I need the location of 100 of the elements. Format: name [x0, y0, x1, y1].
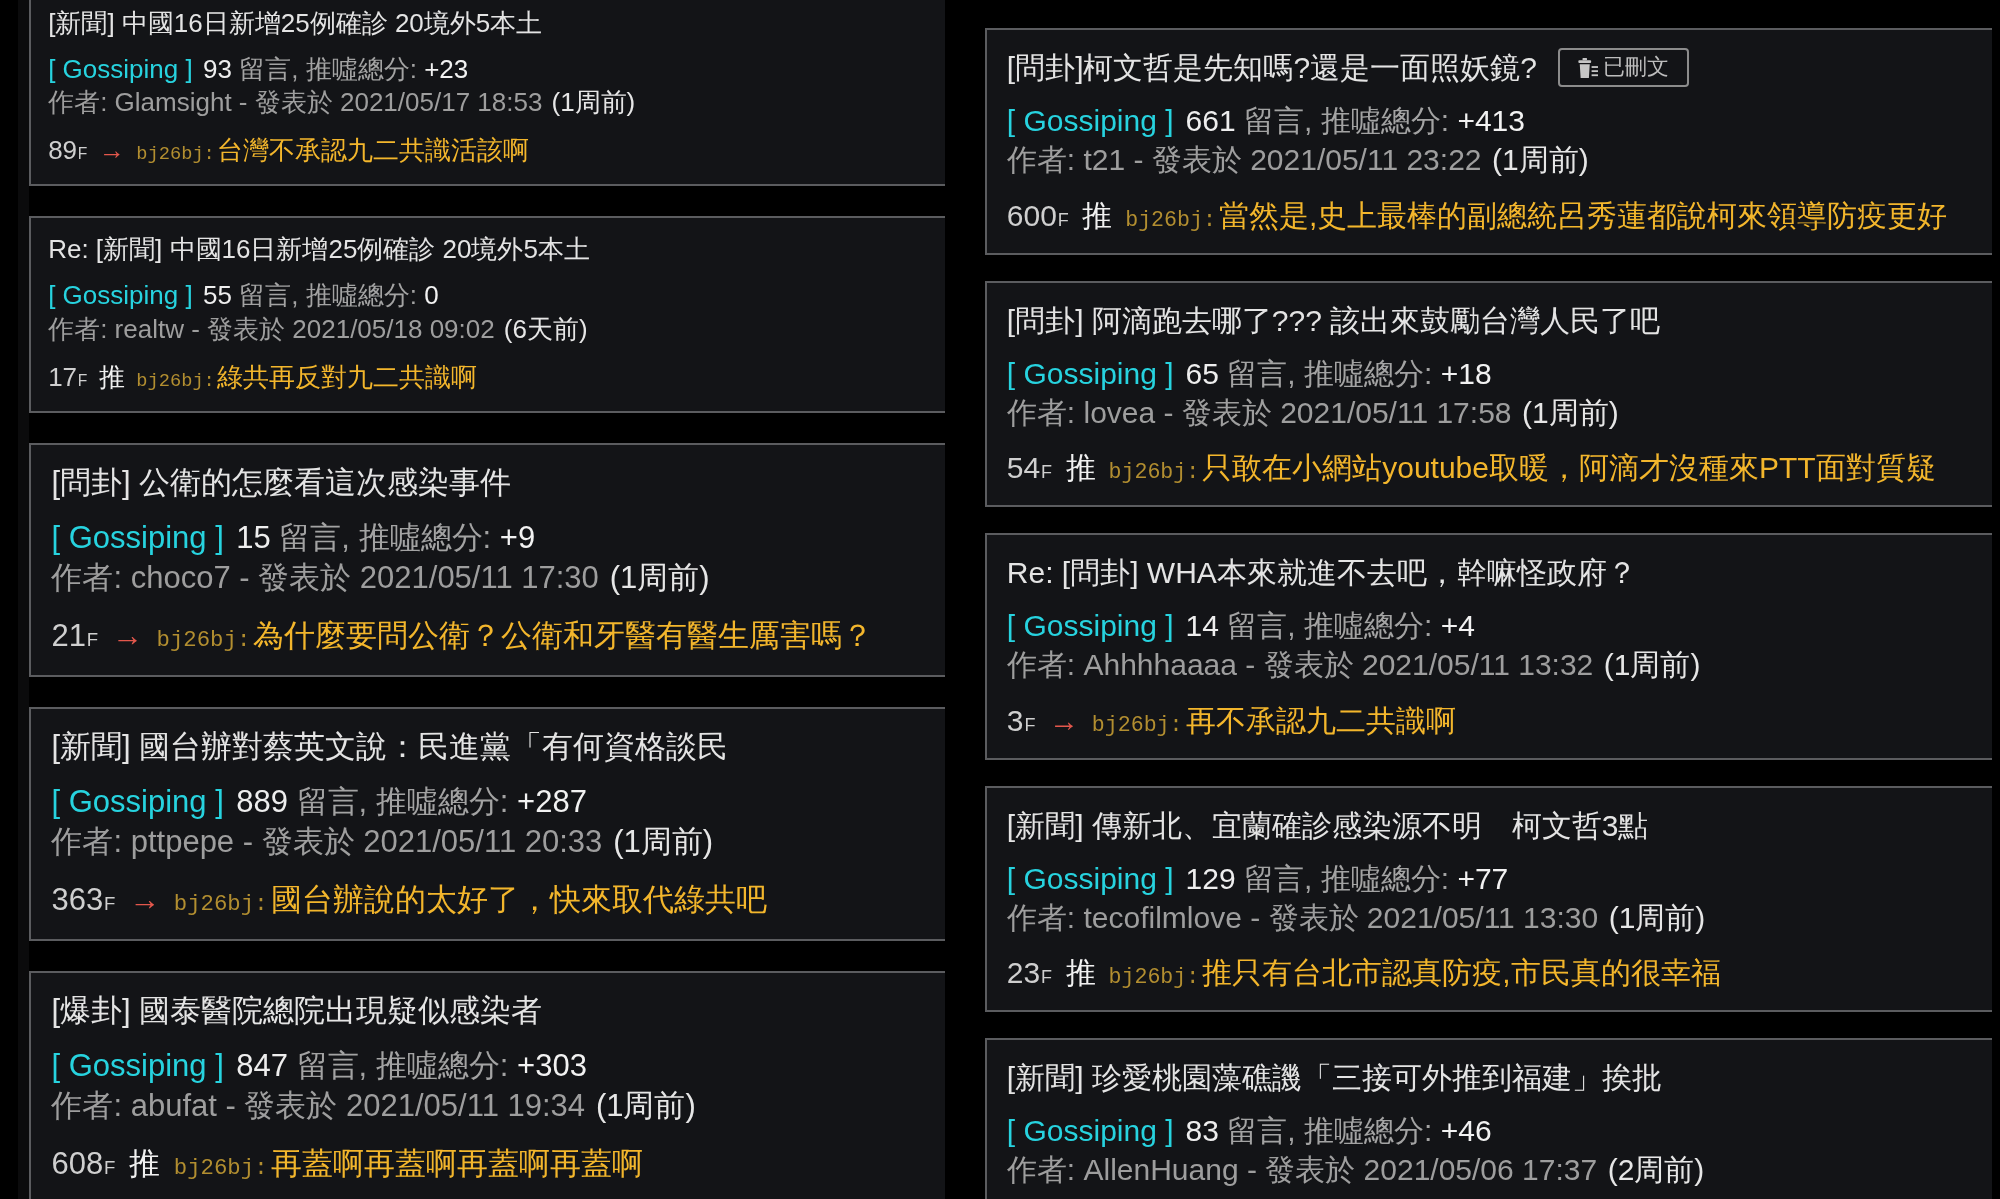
stats-label: 留言, 推噓總分: [1227, 608, 1433, 645]
comment-user: bj26bj: [173, 1153, 268, 1183]
stats-label: 留言, 推噓總分: [296, 1047, 509, 1086]
board-tag: [ Gossiping ] [51, 518, 224, 559]
board-tag: [ Gossiping ] [1006, 353, 1174, 393]
floor-number: 17F [48, 361, 88, 395]
comment-count: 15 [236, 519, 271, 558]
post-card[interactable]: [問卦] 公衛的怎麼看這次感染事件 [ Gossiping ] 15 留言, 推噓總分: +9 作者: choco7 - 發表於 2021/05/11 17:30 (1周前) 21F → bj26bj:為什麼要問公衛？公衛和牙醫有醫生厲害嗎？ [29, 442, 945, 677]
floor-number: 600F [1006, 197, 1069, 234]
author-info: 作者: t21 - 發表於 2021/05/11 23:22 [1006, 142, 1482, 179]
board-tag: [ Gossiping ] [51, 782, 224, 823]
post-title: Re: [新聞] 中國16日新增25例確診 20境外5本土 [48, 233, 590, 267]
board-tag: [ Gossiping ] [51, 1046, 224, 1087]
stats-label: 留言, 推噓總分: [239, 52, 417, 86]
comment-text: 台灣不承認九二共識活該啊 [217, 134, 530, 168]
post-card[interactable]: [問卦] 阿滴跑去哪了??? 該出來鼓勵台灣人民了吧 [ Gossiping ] 65 留言, 推噓總分: +18 作者: lovea - 發表於 2021/05/11 17:58 (1周前) 54F 推 bj26bj:只敢在小網站youtube取暖，阿滴才沒種來PTT面對質疑 [985, 280, 1992, 508]
author-info: 作者: lovea - 發表於 2021/05/11 17:58 [1006, 394, 1512, 431]
comment-text: 推只有台北市認真防疫,市民真的很幸福 [1202, 955, 1721, 992]
score-value: +413 [1457, 103, 1525, 140]
post-age: (1周前) [1492, 142, 1589, 179]
arrow-tag: → [1048, 700, 1079, 740]
score-value: +77 [1457, 860, 1509, 897]
post-title: [新聞] 珍愛桃園藻礁譏「三接可外推到福建」挨批 [1006, 1060, 1662, 1097]
post-title: [問卦] 公衛的怎麼看這次感染事件 [51, 464, 512, 503]
board-tag: [ Gossiping ] [1006, 858, 1174, 898]
post-title: [新聞] 中國16日新增25例確診 20境外5本土 [48, 6, 543, 40]
score-value: +18 [1440, 355, 1492, 392]
comment-text: 為什麼要問公衛？公衛和牙醫有醫生厲害嗎？ [253, 616, 874, 655]
comment-text: 再不承認九二共識啊 [1185, 702, 1456, 739]
score-value: 0 [424, 279, 439, 313]
post-card[interactable]: Re: [新聞] 中國16日新增25例確診 20境外5本土 [ Gossiping ] 55 留言, 推噓總分: 0 作者: realtw - 發表於 2021/05/18 09:02 (6天前) 17F 推 bj26bj:綠共再反對九二共識啊 [29, 215, 945, 413]
comment-count: 65 [1185, 355, 1219, 392]
comment-count: 83 [1185, 1113, 1219, 1150]
board-tag: [ Gossiping ] [1006, 101, 1174, 141]
stats-label: 留言, 推噓總分: [1227, 1113, 1433, 1150]
post-title: [問卦]柯文哲是先知嗎?還是一面照妖鏡? [1006, 50, 1537, 86]
author-info: 作者: Glamsight - 發表於 2021/05/17 18:53 [48, 86, 543, 120]
comment-count: 93 [203, 52, 232, 86]
stats-label: 留言, 推噓總分: [1244, 103, 1449, 140]
comment-count: 129 [1185, 860, 1236, 897]
comment-user: bj26bj: [136, 142, 215, 168]
comment-count: 889 [236, 783, 288, 822]
stats-label: 留言, 推噓總分: [1227, 355, 1433, 392]
floor-number: 363F [51, 880, 116, 919]
score-value: +9 [499, 519, 536, 558]
post-title: [問卦] 阿滴跑去哪了??? 該出來鼓勵台灣人民了吧 [1006, 302, 1661, 339]
post-age: (1周前) [1522, 394, 1619, 431]
push-tag: 推 [99, 361, 126, 396]
floor-number: 23F [1006, 955, 1053, 992]
comment-user: bj26bj: [1091, 711, 1183, 739]
comment-text: 國台辦說的太好了，快來取代綠共吧 [270, 880, 767, 919]
score-value: +287 [517, 783, 587, 822]
post-card[interactable]: [新聞] 傳新北、宜蘭確診感染源不明 柯文哲3點 [ Gossiping ] 129 留言, 推噓總分: +77 作者: tecofilmlove - 發表於 2021/05/11 13:30 (1周前) 23F 推 bj26bj:推只有台北市認真防疫,市民真的很幸福 [985, 785, 1992, 1013]
comment-count: 661 [1185, 103, 1236, 140]
board-tag: [ Gossiping ] [1006, 1111, 1174, 1151]
floor-number: 89F [48, 134, 88, 168]
author-info: 作者: AllenHuang - 發表於 2021/05/06 17:37 [1006, 1152, 1598, 1189]
comment-count: 14 [1185, 608, 1219, 645]
push-tag: 推 [1065, 448, 1096, 488]
comment-text: 只敢在小網站youtube取暖，阿滴才沒種來PTT面對質疑 [1202, 450, 1936, 487]
stats-label: 留言, 推噓總分: [296, 783, 509, 822]
post-age: (2周前) [1607, 1152, 1705, 1189]
stats-label: 留言, 推噓總分: [239, 279, 417, 313]
post-card[interactable]: [爆卦] 國泰醫院總院出現疑似感染者 [ Gossiping ] 847 留言, 推噓總分: +303 作者: abufat - 發表於 2021/05/11 19:34 (1周前) 608F 推 bj26bj:再蓋啊再蓋啊再蓋啊再蓋啊 [29, 970, 945, 1199]
floor-number: 608F [51, 1144, 116, 1183]
post-age: (1周前) [609, 559, 710, 598]
author-info: 作者: tecofilmlove - 發表於 2021/05/11 13:30 [1006, 899, 1599, 936]
score-value: +303 [517, 1047, 587, 1086]
post-card[interactable]: [新聞] 國台辦對蔡英文說：民進黨「有何資格談民 [ Gossiping ] 889 留言, 推噓總分: +287 作者: pttpepe - 發表於 2021/05/11 20:33 (1周前) 363F → bj26bj:國台辦說的太好了，快來取代綠共吧 [29, 706, 945, 941]
post-age: (1周前) [1603, 647, 1701, 684]
post-card[interactable]: Re: [問卦] WHA本來就進不去吧，幹嘛怪政府？ [ Gossiping ] 14 留言, 推噓總分: +4 作者: Ahhhhaaaa - 發表於 2021/05/11 13:32 (1周前) 3 F → bj26bj:再不承認九二共識啊 [985, 533, 1992, 760]
comment-count: 55 [203, 279, 232, 313]
post-title: [新聞] 國台辦對蔡英文說：民進黨「有何資格談民 [51, 728, 729, 767]
post-age: (1周前) [595, 1087, 696, 1126]
arrow-tag: → [112, 615, 144, 657]
author-info: 作者: pttpepe - 發表於 2021/05/11 20:33 [51, 823, 603, 862]
comment-user: bj26bj: [1125, 206, 1216, 234]
post-card[interactable]: [問卦]柯文哲是先知嗎?還是一面照妖鏡? 已刪文 [ Gossiping ] 661 留言, 推噓總分: +413 作者: t21 - 發表於 2021/05/11 23:22 (1周前) 600F 推 bj26bj:當然是,史上最棒的副總統呂秀蓮都說柯來領導防疫更好 [985, 28, 1992, 255]
push-tag: 推 [129, 1143, 161, 1185]
board-tag: [ Gossiping ] [1006, 606, 1174, 646]
post-card[interactable]: [新聞] 珍愛桃園藻礁譏「三接可外推到福建」挨批 [ Gossiping ] 83 留言, 推噓總分: +46 作者: AllenHuang - 發表於 2021/05/06 17:37 (2周前) [985, 1038, 1992, 1199]
trash-icon [1577, 56, 1600, 79]
comment-text: 當然是,史上最棒的副總統呂秀蓮都說柯來領導防疫更好 [1218, 197, 1948, 234]
post-age: (6天前) [503, 313, 588, 347]
author-info: 作者: Ahhhhaaaa - 發表於 2021/05/11 13:32 [1006, 647, 1594, 684]
board-tag: [ Gossiping ] [48, 52, 193, 87]
post-age: (1周前) [551, 86, 636, 120]
board-tag: [ Gossiping ] [48, 279, 193, 314]
score-value: +4 [1440, 608, 1475, 645]
push-tag: 推 [1082, 195, 1113, 235]
score-value: +46 [1440, 1113, 1492, 1150]
arrow-tag: → [129, 879, 161, 921]
comment-count: 847 [236, 1047, 288, 1086]
stats-label: 留言, 推噓總分: [1244, 860, 1449, 897]
deleted-label: 已刪文 [1603, 54, 1670, 81]
post-card[interactable]: [新聞] 中國16日新增25例確診 20境外5本土 [ Gossiping ] 93 留言, 推噓總分: +23 作者: Glamsight - 發表於 2021/05/17 18:53 (1周前) 89F → bj26bj:台灣不承認九二共識活該啊 [29, 0, 945, 186]
post-title: [新聞] 傳新北、宜蘭確診感染源不明 柯文哲3點 [1006, 807, 1649, 844]
comment-user: bj26bj: [173, 889, 268, 919]
floor-number: 21F [51, 616, 99, 655]
author-info: 作者: abufat - 發表於 2021/05/11 19:34 [51, 1087, 586, 1126]
